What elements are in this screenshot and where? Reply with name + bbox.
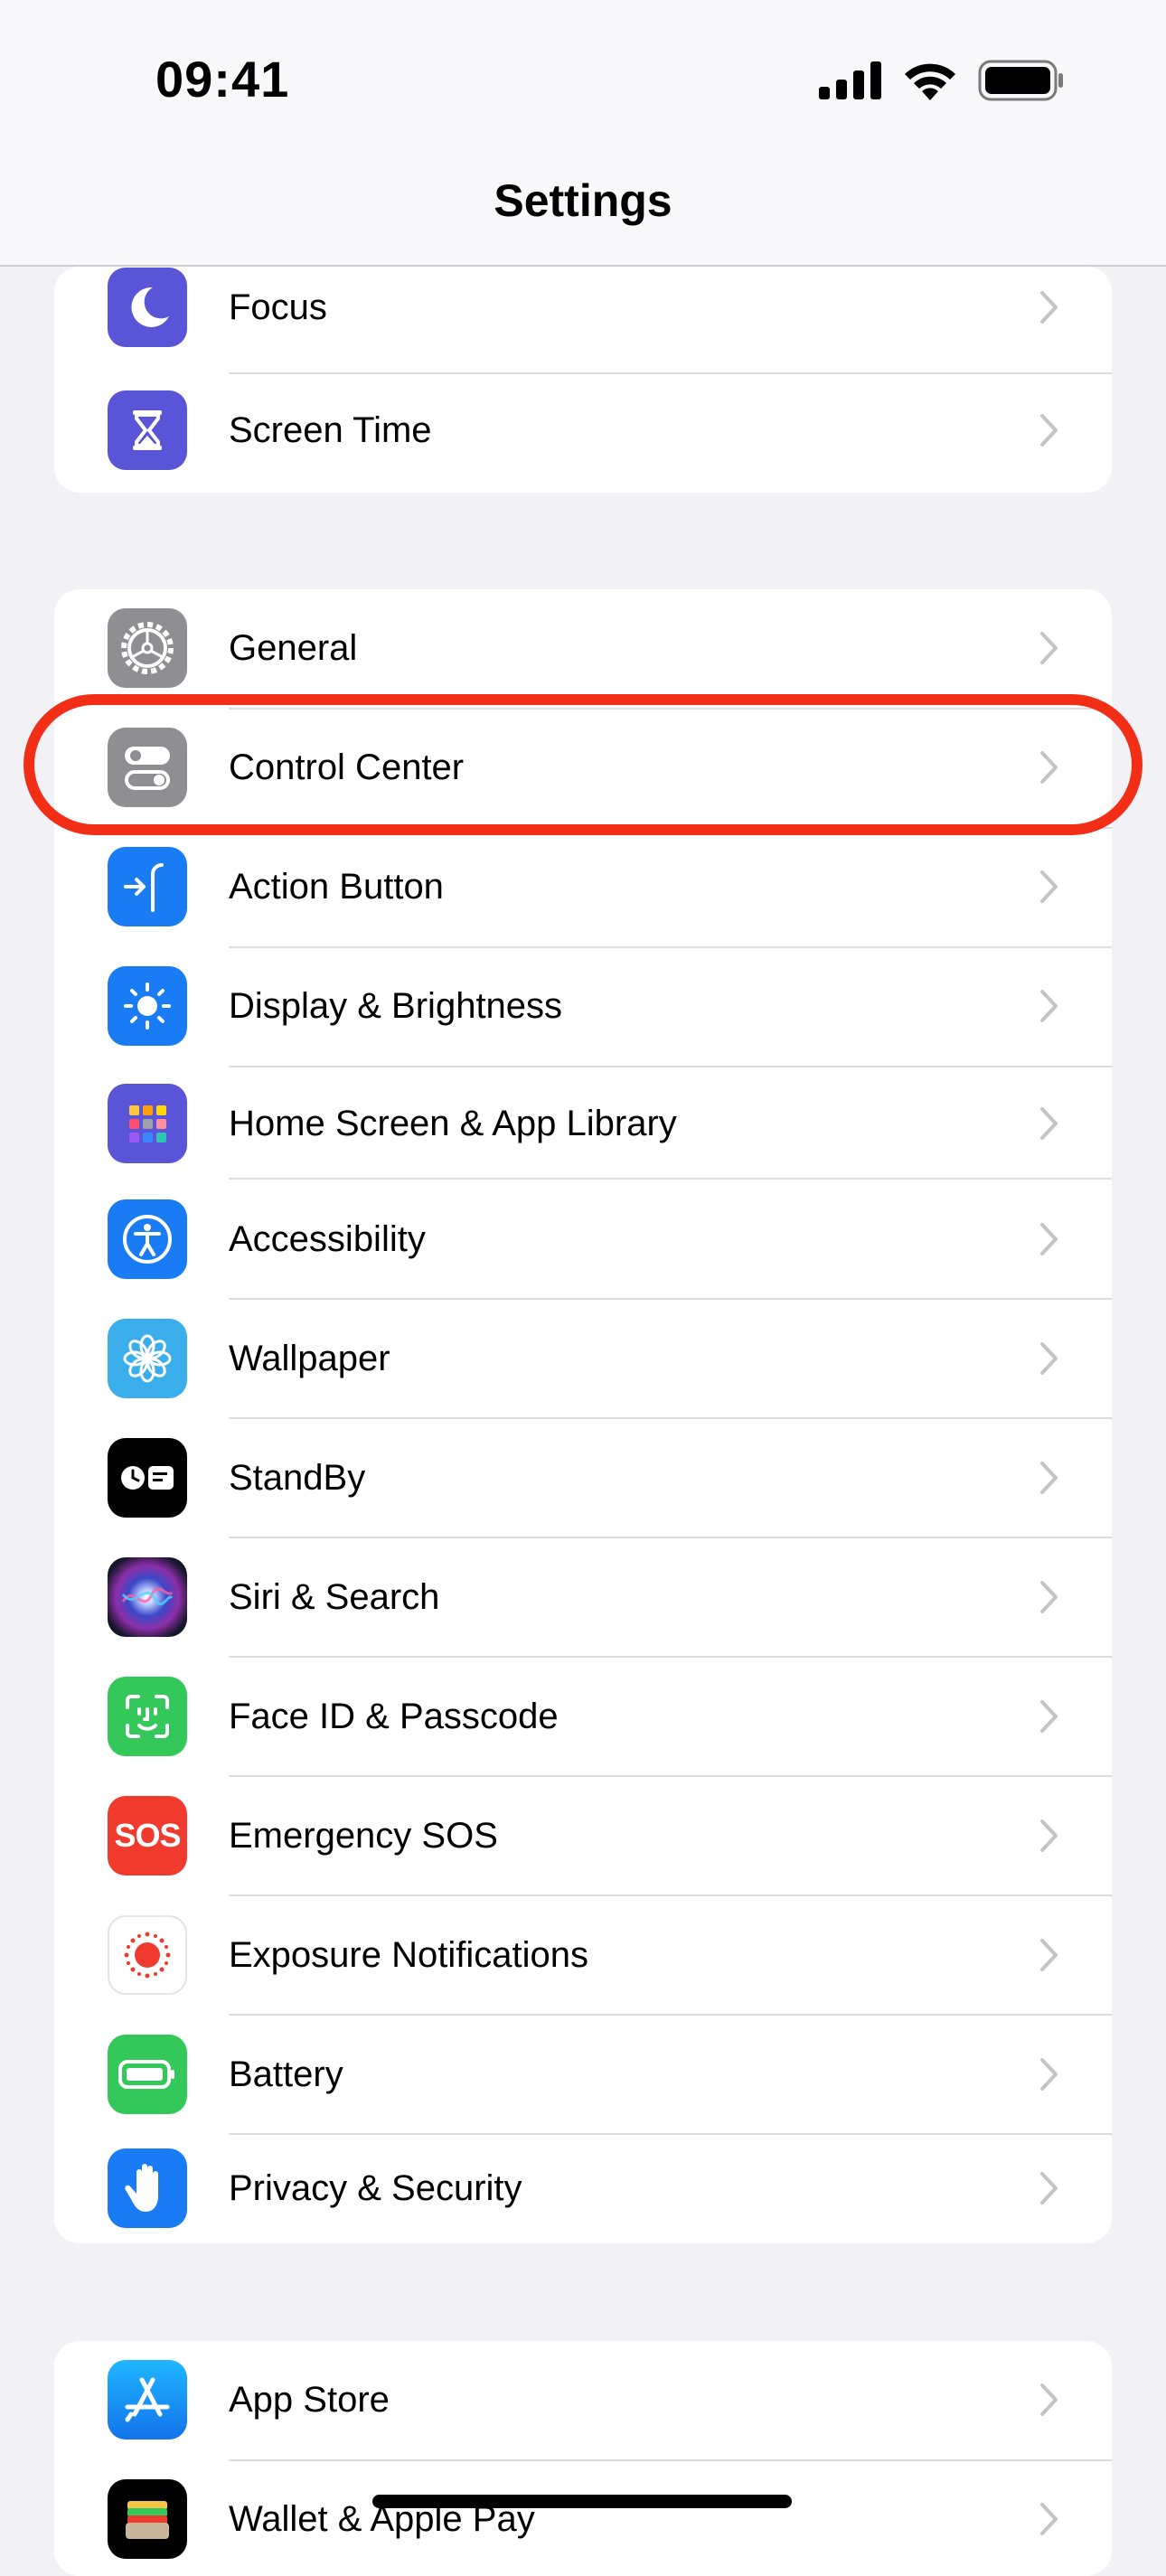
chevron-right-icon [1040, 2503, 1058, 2535]
chevron-right-icon [1040, 414, 1058, 447]
app-store-icon [108, 2360, 187, 2440]
settings-row-app-store[interactable]: App Store [54, 2341, 1112, 2458]
settings-row-wallpaper[interactable]: Wallpaper [54, 1300, 1112, 1417]
face-id-icon [108, 1677, 187, 1756]
battery-icon [108, 2035, 187, 2114]
settings-row-label: Display & Brightness [229, 986, 563, 1026]
app-grid-icon [108, 1084, 187, 1163]
settings-group-general: General Control Center Action Button Dis… [54, 589, 1112, 2243]
hourglass-icon [108, 390, 187, 470]
exposure-icon [108, 1915, 187, 1995]
settings-row-label: App Store [229, 2380, 390, 2420]
chevron-right-icon [1040, 1581, 1058, 1613]
battery-status-icon [978, 60, 1063, 101]
settings-row-wallet[interactable]: Wallet & Apple Pay [54, 2460, 1112, 2576]
settings-row-standby[interactable]: StandBy [54, 1419, 1112, 1537]
settings-row-label: Action Button [229, 867, 444, 907]
settings-row-label: Battery [229, 2054, 343, 2094]
status-icons [819, 58, 1065, 103]
action-button-icon [108, 847, 187, 926]
sun-icon [108, 966, 187, 1046]
settings-row-display-brightness[interactable]: Display & Brightness [54, 947, 1112, 1065]
settings-row-control-center[interactable]: Control Center [54, 709, 1112, 826]
chevron-right-icon [1040, 2383, 1058, 2416]
settings-row-exposure-notifications[interactable]: Exposure Notifications [54, 1896, 1112, 2014]
standby-icon [108, 1438, 187, 1518]
settings-row-home-screen[interactable]: Home Screen & App Library [54, 1065, 1112, 1182]
settings-row-label: Accessibility [229, 1219, 426, 1259]
settings-row-screen-time[interactable]: Screen Time [54, 371, 1112, 489]
chevron-right-icon [1040, 1342, 1058, 1375]
settings-row-label: Focus [229, 287, 327, 327]
settings-row-focus[interactable]: Focus [54, 267, 1112, 366]
flower-icon [108, 1319, 187, 1398]
sos-icon: SOS [108, 1796, 187, 1876]
wifi-icon [905, 63, 955, 100]
settings-row-label: Control Center [229, 747, 465, 787]
settings-row-privacy-security[interactable]: Privacy & Security [54, 2129, 1112, 2243]
status-bar: 09:41 [0, 0, 1166, 158]
chevron-right-icon [1040, 1939, 1058, 1971]
settings-row-face-id[interactable]: Face ID & Passcode [54, 1658, 1112, 1775]
settings-row-label: Wallpaper [229, 1339, 390, 1378]
home-indicator[interactable] [372, 2495, 792, 2508]
settings-row-general[interactable]: General [54, 589, 1112, 707]
chevron-right-icon [1040, 632, 1058, 664]
settings-row-label: Screen Time [229, 410, 432, 450]
settings-group-focus: Focus Screen Time [54, 267, 1112, 493]
settings-row-label: Emergency SOS [229, 1816, 498, 1856]
cellular-signal-icon [819, 61, 881, 99]
hand-icon [108, 2148, 187, 2228]
accessibility-icon [108, 1199, 187, 1279]
moon-icon [108, 268, 187, 347]
settings-row-label: StandBy [229, 1458, 366, 1498]
chevron-right-icon [1040, 2058, 1058, 2091]
settings-row-label: Exposure Notifications [229, 1935, 588, 1975]
chevron-right-icon [1040, 1819, 1058, 1852]
settings-group-apps: App Store Wallet & Apple Pay [54, 2341, 1112, 2576]
settings-row-label: Home Screen & App Library [229, 1104, 677, 1143]
wallet-icon [108, 2479, 187, 2559]
chevron-right-icon [1040, 2172, 1058, 2205]
settings-row-battery[interactable]: Battery [54, 2016, 1112, 2133]
chevron-right-icon [1040, 1462, 1058, 1494]
settings-row-label: Siri & Search [229, 1577, 440, 1617]
settings-row-emergency-sos[interactable]: SOS Emergency SOS [54, 1777, 1112, 1894]
chevron-right-icon [1040, 990, 1058, 1022]
sos-icon-text: SOS [114, 1817, 181, 1854]
settings-row-action-button[interactable]: Action Button [54, 828, 1112, 945]
settings-row-label: Privacy & Security [229, 2168, 522, 2208]
page-title: Settings [494, 175, 672, 226]
settings-row-label: Wallet & Apple Pay [229, 2499, 535, 2539]
settings-row-label: General [229, 628, 358, 668]
chevron-right-icon [1040, 870, 1058, 903]
gear-icon [108, 608, 187, 688]
chevron-right-icon [1040, 1107, 1058, 1140]
settings-row-label: Face ID & Passcode [229, 1697, 559, 1736]
row-separator [229, 1178, 1112, 1180]
status-time: 09:41 [155, 51, 290, 108]
settings-row-siri-search[interactable]: Siri & Search [54, 1538, 1112, 1656]
toggles-icon [108, 728, 187, 807]
siri-icon [108, 1557, 187, 1637]
settings-row-accessibility[interactable]: Accessibility [54, 1180, 1112, 1298]
nav-bar: Settings [0, 158, 1166, 267]
chevron-right-icon [1040, 1700, 1058, 1733]
chevron-right-icon [1040, 1223, 1058, 1255]
chevron-right-icon [1040, 291, 1058, 324]
chevron-right-icon [1040, 751, 1058, 784]
